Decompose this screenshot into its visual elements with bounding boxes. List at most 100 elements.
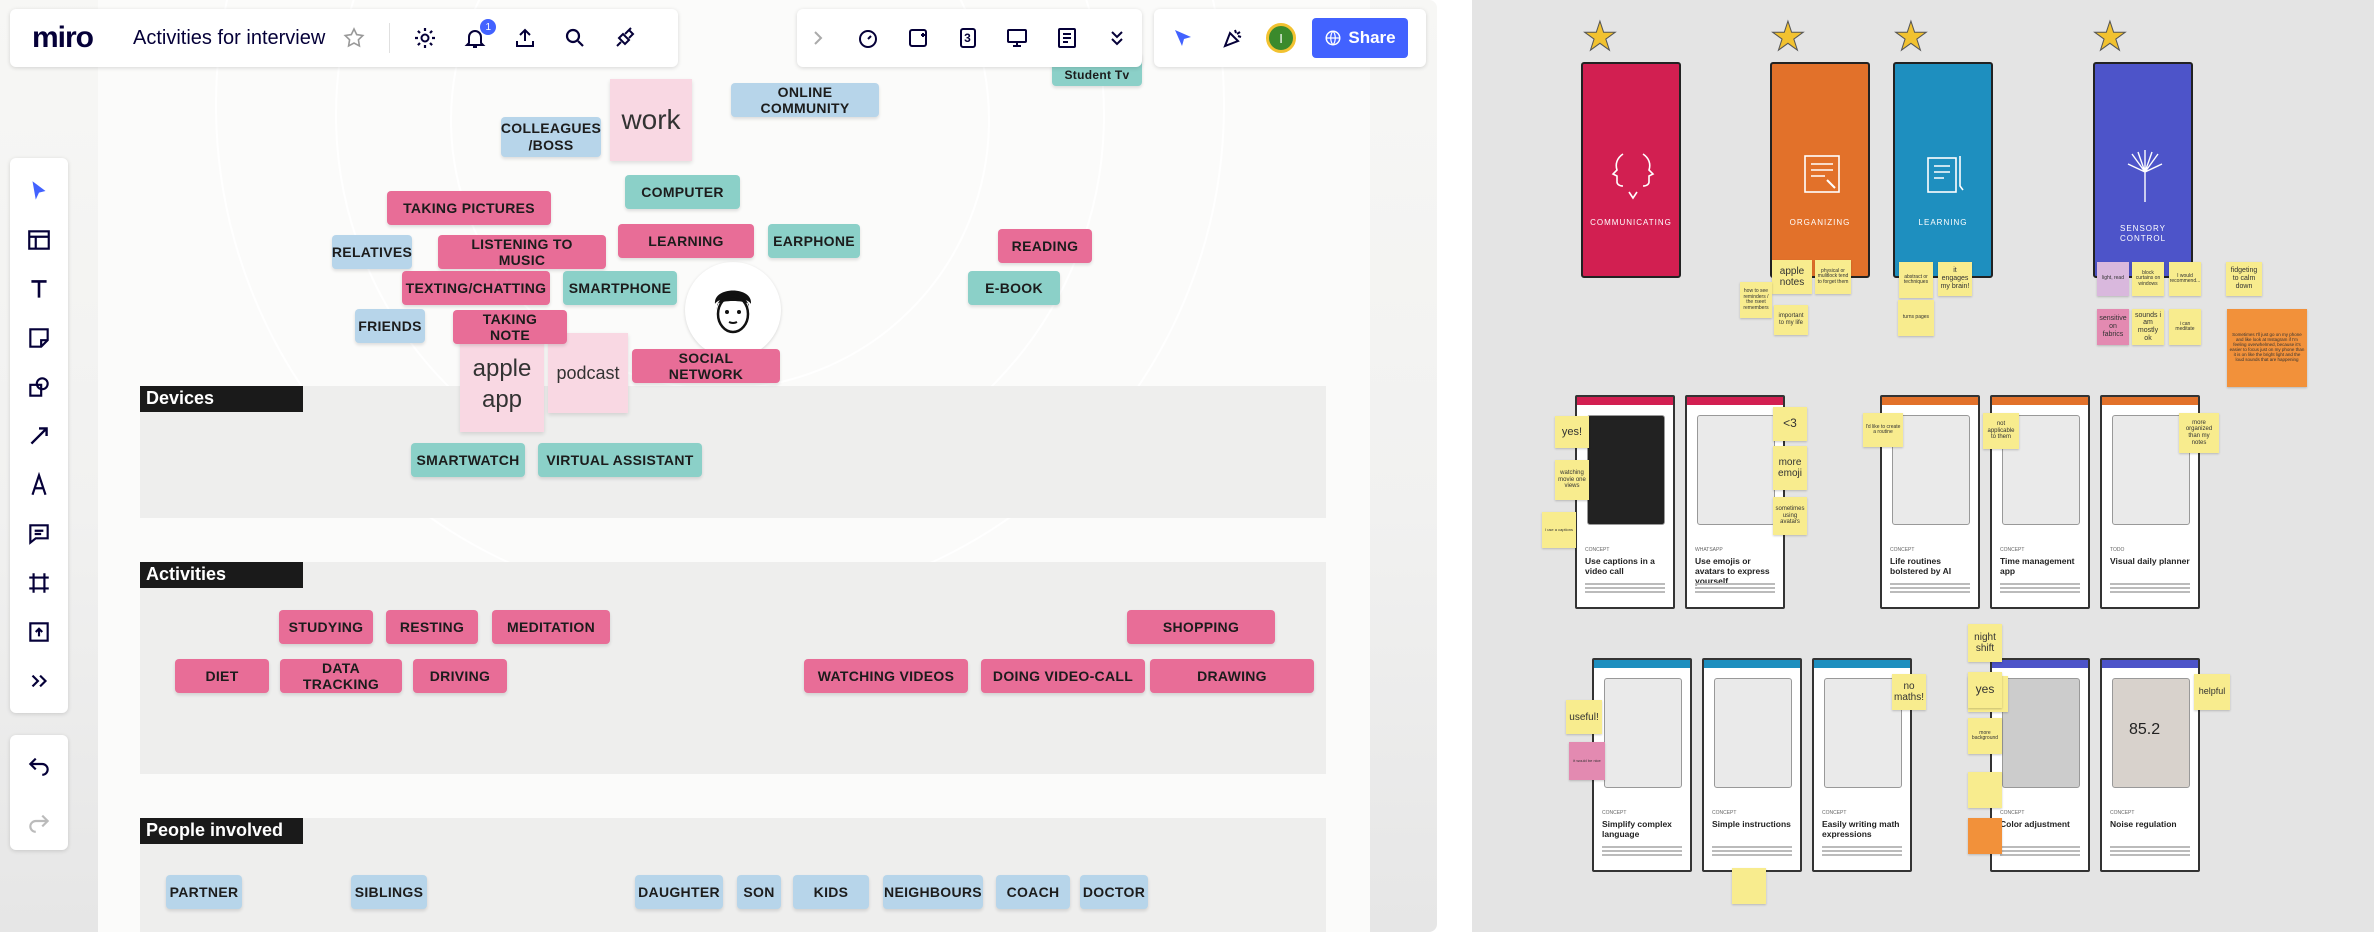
sticky-add-icon[interactable]: [903, 23, 933, 53]
concept-mockup[interactable]: CONCEPT Simple instructions: [1702, 658, 1802, 872]
timer-icon[interactable]: [853, 23, 883, 53]
sticky-podcast[interactable]: podcast: [548, 333, 628, 413]
tag-taking-pictures[interactable]: TAKING PICTURES: [387, 191, 551, 225]
tag-neighbours[interactable]: NEIGHBOURS: [883, 875, 983, 909]
sticky-note[interactable]: light, read: [2097, 262, 2129, 296]
notes-icon[interactable]: [1052, 23, 1082, 53]
sticky-note[interactable]: sometimes using avatars: [1773, 497, 1807, 535]
sticky-note[interactable]: it engages my brain!: [1938, 262, 1972, 296]
share-button[interactable]: Share: [1312, 18, 1408, 58]
tag-colleagues[interactable]: COLLEAGUES /BOSS: [501, 117, 601, 157]
sticky-note[interactable]: it would be nice: [1569, 742, 1605, 780]
tag-shopping[interactable]: SHOPPING: [1127, 610, 1275, 644]
sticky-note[interactable]: <3: [1773, 407, 1807, 441]
star-icon[interactable]: [339, 23, 369, 53]
tag-ebook[interactable]: E-BOOK: [968, 271, 1060, 305]
tag-data-tracking[interactable]: DATA TRACKING: [280, 659, 402, 693]
presentation-icon[interactable]: [1002, 23, 1032, 53]
user-avatar[interactable]: I: [1266, 23, 1296, 53]
sticky-note[interactable]: [1968, 772, 2002, 808]
concept-mockup[interactable]: WHATSAPP Use emojis or avatars to expres…: [1685, 395, 1785, 609]
tag-doctor[interactable]: DOCTOR: [1080, 875, 1148, 909]
tag-partner[interactable]: PARTNER: [166, 875, 242, 909]
tag-texting[interactable]: TEXTING/CHATTING: [402, 271, 550, 305]
sticky-note[interactable]: [1968, 818, 2002, 854]
sticky-note[interactable]: helpful: [2194, 674, 2230, 710]
sticky-note[interactable]: physical or mulitlock tend to forget the…: [1815, 260, 1851, 294]
sticky-work[interactable]: work: [610, 79, 692, 161]
concept-mockup[interactable]: CONCEPT Use captions in a video call: [1575, 395, 1675, 609]
sticky-note[interactable]: [1732, 868, 1766, 904]
tag-daughter[interactable]: DAUGHTER: [635, 875, 723, 909]
tag-learning[interactable]: LEARNING: [618, 224, 754, 258]
text-tool-icon[interactable]: [10, 264, 68, 313]
redo-icon[interactable]: [10, 792, 68, 849]
category-card-learning[interactable]: LEARNING: [1893, 62, 1993, 278]
tag-earphone[interactable]: EARPHONE: [768, 224, 860, 258]
gear-icon[interactable]: [410, 23, 440, 53]
tag-diet[interactable]: DIET: [175, 659, 269, 693]
miro-logo[interactable]: miro: [32, 21, 94, 55]
plug-icon[interactable]: [610, 23, 640, 53]
tag-coach[interactable]: COACH: [996, 875, 1070, 909]
board-title[interactable]: Activities for interview: [133, 27, 325, 50]
tag-online-community[interactable]: ONLINE COMMUNITY: [731, 83, 879, 117]
tag-studying[interactable]: STUDYING: [279, 610, 373, 644]
sticky-note[interactable]: more organized than my notes: [2179, 413, 2219, 453]
sticky-note[interactable]: I would recommend...: [2169, 262, 2201, 296]
concept-mockup[interactable]: 85.2 CONCEPT Noise regulation: [2100, 658, 2200, 872]
tag-son[interactable]: SON: [737, 875, 781, 909]
sticky-note[interactable]: apple notes: [1772, 260, 1812, 294]
chevrons-down-icon[interactable]: [1102, 23, 1132, 53]
sticky-note[interactable]: no maths!: [1892, 674, 1926, 710]
tag-listening-music[interactable]: LISTENING TO MUSIC: [438, 235, 606, 269]
frame-counter-icon[interactable]: 3: [953, 23, 983, 53]
sticky-note[interactable]: block curtains on windows: [2132, 262, 2164, 296]
connection-line-icon[interactable]: [10, 411, 68, 460]
sticky-note[interactable]: more background: [1968, 718, 2002, 754]
sticky-note[interactable]: I use a captions: [1542, 512, 1576, 548]
tag-driving[interactable]: DRIVING: [413, 659, 507, 693]
more-tools-icon[interactable]: [10, 656, 68, 705]
sticky-note[interactable]: fidgeting to calm down: [2226, 262, 2262, 296]
tag-video-call[interactable]: DOING VIDEO-CALL: [981, 659, 1145, 693]
category-card-communicating[interactable]: COMMUNICATING: [1581, 62, 1681, 278]
upload-icon[interactable]: [510, 23, 540, 53]
tag-smartphone[interactable]: SMARTPHONE: [563, 271, 677, 305]
pen-tool-icon[interactable]: [10, 460, 68, 509]
tag-taking-note[interactable]: TAKING NOTE: [453, 310, 567, 344]
upload-tool-icon[interactable]: [10, 607, 68, 656]
sticky-note[interactable]: turns pages: [1898, 300, 1934, 336]
tag-social-network[interactable]: SOCIAL NETWORK: [632, 349, 780, 383]
tag-siblings[interactable]: SIBLINGS: [351, 875, 427, 909]
undo-icon[interactable]: [10, 735, 68, 792]
concept-mockup[interactable]: CONCEPT Simplify complex language: [1592, 658, 1692, 872]
tag-reading[interactable]: READING: [998, 229, 1092, 263]
tag-watching-videos[interactable]: WATCHING VIDEOS: [804, 659, 968, 693]
tag-drawing[interactable]: DRAWING: [1150, 659, 1314, 693]
sticky-note[interactable]: sounds i am mostly ok: [2132, 309, 2164, 345]
sticky-note[interactable]: important to my life: [1774, 305, 1808, 335]
category-card-organizing[interactable]: ORGANIZING: [1770, 62, 1870, 278]
comment-tool-icon[interactable]: [10, 509, 68, 558]
select-tool-icon[interactable]: [10, 166, 68, 215]
tag-computer[interactable]: COMPUTER: [625, 175, 740, 209]
tag-friends[interactable]: FRIENDS: [355, 309, 425, 343]
sticky-note[interactable]: i can meditate: [2169, 309, 2201, 345]
search-icon[interactable]: [560, 23, 590, 53]
sticky-note[interactable]: useful!: [1566, 700, 1602, 734]
celebrate-icon[interactable]: [1218, 23, 1248, 53]
sticky-note[interactable]: Sometimes I'll just go on my phone and l…: [2227, 309, 2307, 387]
tag-meditation[interactable]: MEDITATION: [492, 610, 610, 644]
sticky-note[interactable]: watching movie one views: [1555, 460, 1589, 500]
frame-tool-icon[interactable]: [10, 558, 68, 607]
sticky-apple-app[interactable]: apple app: [460, 336, 544, 432]
sticky-note-tool-icon[interactable]: [10, 313, 68, 362]
bell-icon[interactable]: 1: [460, 19, 497, 53]
tag-smartwatch[interactable]: SMARTWATCH: [411, 443, 525, 477]
template-tool-icon[interactable]: [10, 215, 68, 264]
cursor-flag-icon[interactable]: [1168, 23, 1198, 53]
sticky-note[interactable]: sensitive on fabrics: [2097, 309, 2129, 345]
sticky-note[interactable]: not applicable to them: [1983, 413, 2019, 449]
sticky-note[interactable]: yes!: [1555, 416, 1589, 448]
